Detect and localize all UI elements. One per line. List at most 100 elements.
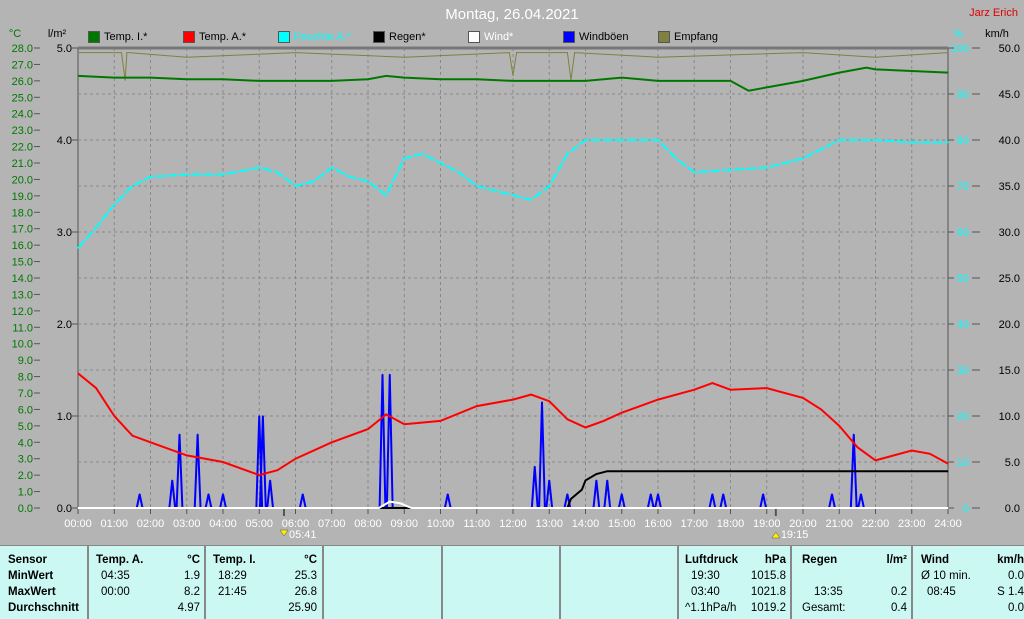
pressure-trend: ^1.1hPa/h bbox=[685, 602, 737, 614]
data-point bbox=[585, 427, 586, 428]
data-point bbox=[657, 399, 659, 401]
time-tick-label: 04:00 bbox=[209, 518, 237, 530]
wind-tick-label: 45.0 bbox=[999, 89, 1020, 101]
data-point bbox=[875, 56, 876, 58]
gust-point bbox=[262, 415, 264, 417]
temp-tick-label: 4.0 bbox=[18, 437, 33, 449]
data-point bbox=[411, 507, 412, 509]
gust-point bbox=[762, 493, 764, 496]
stats-table: Sensor MinWert MaxWert Durchschnitt Temp… bbox=[0, 545, 1024, 619]
time-tick-label: 16:00 bbox=[644, 518, 672, 530]
empty-column bbox=[441, 546, 560, 619]
data-point bbox=[113, 203, 115, 205]
data-point bbox=[77, 372, 79, 374]
wind-tick-label: 5.0 bbox=[1005, 457, 1020, 469]
rain-total: 0.4 bbox=[891, 602, 907, 614]
wind-max: S 1.4 bbox=[997, 586, 1024, 598]
data-point bbox=[947, 470, 949, 472]
gust-point bbox=[207, 493, 210, 496]
data-point bbox=[530, 199, 532, 201]
data-point bbox=[258, 474, 260, 476]
gust-point bbox=[138, 493, 141, 496]
time-tick-label: 11:00 bbox=[463, 518, 490, 530]
time-tick-label: 13:00 bbox=[535, 518, 563, 530]
data-point bbox=[313, 180, 315, 182]
time-tick-label: 02:00 bbox=[137, 518, 165, 530]
time-tick-label: 01:00 bbox=[100, 518, 128, 530]
gust-point bbox=[831, 493, 833, 496]
sunrise-time: 05:41 bbox=[289, 529, 317, 541]
wind-tick-label: 15.0 bbox=[999, 365, 1020, 377]
data-point bbox=[367, 78, 369, 80]
label-avg: Durchschnitt bbox=[8, 602, 79, 614]
data-point bbox=[657, 139, 659, 141]
data-point bbox=[440, 420, 441, 422]
temp-tick-label: 27.0 bbox=[12, 59, 33, 71]
humidity-tick-label: 100 bbox=[951, 43, 969, 55]
data-point bbox=[766, 86, 768, 88]
data-point bbox=[295, 458, 296, 460]
temp-tick-label: 11.0 bbox=[12, 322, 33, 334]
data-point bbox=[124, 79, 126, 81]
data-point bbox=[802, 397, 804, 399]
data-point bbox=[512, 80, 514, 82]
pressure-unit: hPa bbox=[764, 554, 786, 566]
wind-tick-label: 10.0 bbox=[999, 411, 1020, 423]
time-tick-label: 00:00 bbox=[64, 518, 92, 530]
data-point bbox=[403, 77, 405, 79]
data-point bbox=[186, 56, 188, 58]
data-point bbox=[95, 387, 97, 389]
time-tick-label: 21:00 bbox=[825, 518, 853, 530]
data-point bbox=[508, 52, 510, 54]
data-point bbox=[947, 463, 949, 465]
time-tick-label: 18:00 bbox=[717, 518, 745, 530]
data-point bbox=[875, 459, 876, 461]
temp-tick-label: 10.0 bbox=[12, 339, 33, 351]
labels-column: Sensor MinWert MaxWert Durchschnitt bbox=[0, 546, 86, 619]
pressure-min-time: 19:30 bbox=[691, 570, 720, 582]
temp-a-max: 8.2 bbox=[184, 586, 200, 598]
empty-column bbox=[322, 546, 442, 619]
temp-a-avg: 4.97 bbox=[177, 602, 200, 614]
gust-point bbox=[269, 479, 271, 482]
data-point bbox=[476, 185, 478, 187]
data-point bbox=[113, 415, 115, 417]
temp-tick-label: 6.0 bbox=[18, 404, 33, 416]
data-point bbox=[476, 405, 478, 407]
data-point bbox=[581, 489, 583, 491]
temp-a-max-time: 00:00 bbox=[101, 586, 130, 598]
temp-tick-label: 28.0 bbox=[12, 43, 33, 55]
rain-max-time: 13:35 bbox=[814, 586, 843, 598]
rain-title: Regen bbox=[802, 554, 838, 566]
data-point bbox=[440, 78, 441, 80]
data-point bbox=[621, 77, 623, 79]
time-tick-label: 23:00 bbox=[898, 518, 926, 530]
rain-tick-label: 2.0 bbox=[57, 319, 72, 331]
data-point bbox=[150, 176, 151, 178]
data-point bbox=[126, 52, 128, 54]
gust-point bbox=[381, 373, 384, 376]
data-point bbox=[621, 139, 623, 141]
data-point bbox=[276, 469, 278, 471]
temp-tick-label: 25.0 bbox=[12, 92, 33, 104]
time-tick-label: 05:00 bbox=[245, 518, 273, 530]
temp-tick-label: 21.0 bbox=[12, 158, 33, 170]
gust-point bbox=[657, 493, 659, 496]
data-point bbox=[595, 473, 597, 475]
axis-title-humidity: % bbox=[953, 28, 963, 40]
wind-tick-label: 25.0 bbox=[999, 273, 1020, 285]
temp-tick-label: 19.0 bbox=[12, 191, 33, 203]
humidity-tick-label: 80 bbox=[957, 135, 969, 147]
data-point bbox=[150, 441, 151, 443]
gust-point bbox=[852, 433, 855, 436]
wind-column: Wind km/h Ø 10 min. 0.0 08:45 S 1.4 0.0 bbox=[911, 546, 1024, 619]
temp-tick-label: 17.0 bbox=[12, 224, 33, 236]
humidity-tick-label: 60 bbox=[957, 227, 969, 239]
time-tick-label: 17:00 bbox=[680, 518, 708, 530]
data-point bbox=[947, 52, 949, 54]
data-point bbox=[585, 80, 586, 82]
data-point bbox=[548, 80, 550, 82]
temp-i-unit: °C bbox=[304, 554, 317, 566]
data-point bbox=[947, 507, 949, 509]
data-point bbox=[730, 169, 731, 171]
